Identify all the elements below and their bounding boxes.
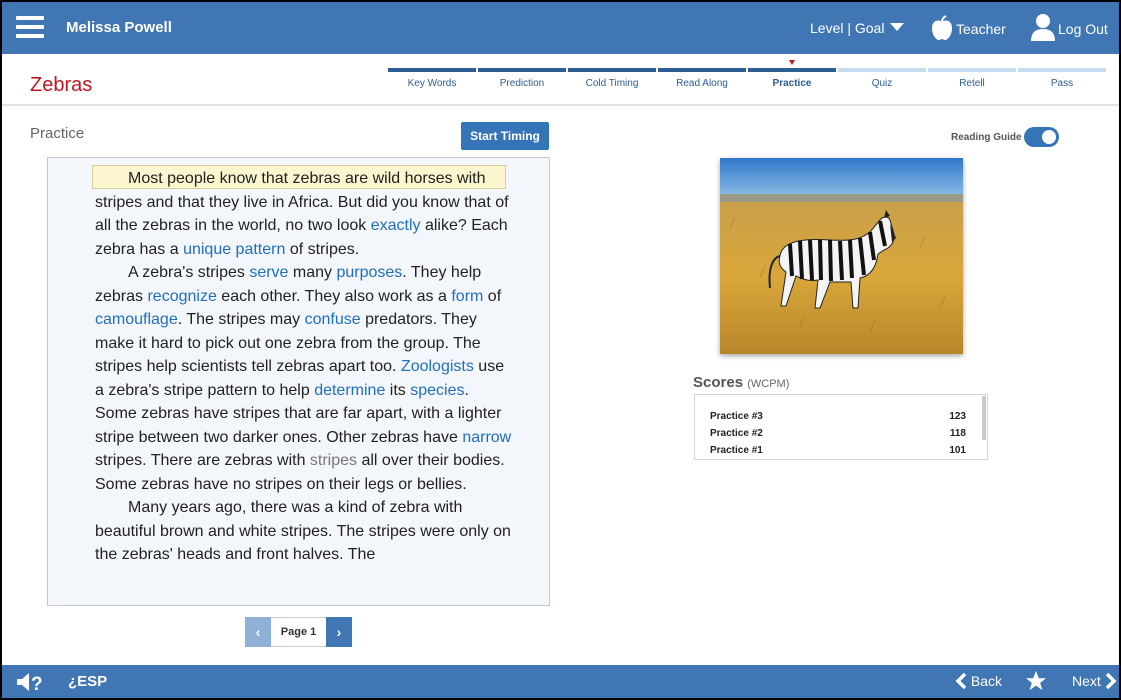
step-pass[interactable]: Pass: [1018, 68, 1106, 102]
svg-text:?: ?: [31, 674, 43, 692]
vocab-word[interactable]: species: [410, 382, 464, 399]
title-row: Zebras Key Words Prediction Cold Timing …: [2, 54, 1119, 106]
step-prediction[interactable]: Prediction: [478, 68, 566, 102]
start-timing-button[interactable]: Start Timing: [461, 122, 549, 150]
back-label: Back: [970, 673, 1003, 689]
scrollbar[interactable]: [982, 396, 986, 440]
back-button[interactable]: Back: [955, 672, 1003, 690]
reading-guide-label: Reading Guide: [951, 132, 1022, 143]
score-name: Practice #1: [710, 445, 763, 456]
passage-text-span: many: [288, 264, 337, 281]
section-label: Practice: [30, 125, 85, 142]
step-label: Read Along: [676, 78, 728, 89]
score-value: 123: [949, 411, 966, 422]
paragraph-1: Most people know that zebras are wild ho…: [95, 167, 515, 261]
step-quiz[interactable]: Quiz: [838, 68, 926, 102]
apple-icon: [932, 15, 952, 40]
step-label: Practice: [772, 78, 812, 89]
speaker-question-icon: ?: [17, 673, 43, 695]
teacher-label: Teacher: [956, 21, 1006, 37]
step-label: Cold Timing: [585, 78, 639, 89]
previous-page-button[interactable]: ‹: [245, 617, 271, 647]
current-step-marker-icon: [789, 60, 795, 65]
paragraph-2: A zebra's stripes serve many purposes . T…: [95, 261, 515, 496]
vocab-word[interactable]: camouflage: [95, 311, 178, 328]
user-name: Melissa Powell: [66, 19, 172, 36]
score-name: Practice #2: [710, 428, 763, 439]
vocab-word[interactable]: form: [451, 288, 483, 305]
score-row: Practice #1 101: [710, 445, 966, 456]
user-icon: [1031, 14, 1055, 41]
step-read-along[interactable]: Read Along: [658, 68, 746, 102]
step-label: Quiz: [871, 78, 893, 89]
score-row: Practice #2 118: [710, 428, 966, 439]
reading-passage[interactable]: Most people know that zebras are wild ho…: [47, 157, 550, 606]
vocab-word[interactable]: serve: [249, 264, 288, 281]
vocab-word[interactable]: determine: [314, 382, 385, 399]
teacher-button[interactable]: Teacher: [930, 15, 1006, 44]
score-row: Practice #3 123: [710, 411, 966, 422]
step-label: Prediction: [499, 78, 545, 89]
step-label: Key Words: [407, 78, 457, 89]
passage-text-span: its: [385, 381, 411, 399]
vocab-word[interactable]: purposes: [336, 264, 402, 281]
passage-text-span: of: [483, 287, 502, 305]
caret-down-icon: [890, 23, 905, 31]
passage-text-span: stripes. There are zebras with: [95, 452, 310, 469]
scores-label: Scores (WCPM): [693, 374, 789, 391]
step-label: Retell: [959, 78, 985, 89]
pager: ‹ Page 1 ›: [245, 617, 352, 647]
step-label: Pass: [1050, 78, 1074, 89]
read-word: stripes: [309, 452, 358, 469]
vocab-word[interactable]: narrow: [462, 429, 511, 446]
chevron-left-icon: [955, 672, 967, 690]
top-bar: Melissa Powell Level | Goal Teacher Log …: [2, 2, 1119, 54]
vocab-word[interactable]: unique pattern: [183, 241, 285, 258]
step-retell[interactable]: Retell: [928, 68, 1016, 102]
audio-help-button[interactable]: ?: [16, 672, 52, 697]
logout-label: Log Out: [1058, 21, 1108, 37]
paragraph-3: Many years ago, there was a kind of zebr…: [95, 496, 515, 567]
zebra-image: [720, 158, 963, 354]
next-button[interactable]: Next: [1072, 672, 1117, 690]
passage-text-span: each other. They also work as a: [216, 287, 452, 305]
next-page-button[interactable]: ›: [326, 617, 352, 647]
step-key-words[interactable]: Key Words: [388, 68, 476, 102]
step-cold-timing[interactable]: Cold Timing: [568, 68, 656, 102]
passage-text: Most people know that zebras are wild ho…: [95, 167, 515, 567]
vocab-word[interactable]: confuse: [305, 311, 361, 328]
passage-text-span: A zebra's stripes: [128, 264, 250, 281]
page-label: Page 1: [271, 617, 326, 647]
toggle-knob: [1042, 130, 1056, 144]
scores-unit: (WCPM): [747, 378, 790, 390]
passage-text-span: Many years ago, there was a kind of zebr…: [95, 499, 511, 563]
passage-text-span: of stripes.: [285, 240, 360, 258]
scores-list[interactable]: Practice #3 123 Practice #2 118 Practice #…: [694, 394, 988, 460]
passage-text-span: . The stripes may: [177, 311, 305, 328]
step-practice[interactable]: Practice: [748, 60, 836, 102]
chevron-right-icon: [1105, 672, 1117, 690]
level-goal-label: Level | Goal: [810, 20, 885, 36]
reading-guide-toggle[interactable]: [1024, 127, 1059, 147]
page-title: Zebras: [30, 74, 93, 96]
zebra-photo: [720, 158, 963, 354]
logout-button[interactable]: Log Out: [1030, 13, 1108, 44]
progress-steps: Key Words Prediction Cold Timing Read Al…: [388, 60, 1108, 102]
star-button[interactable]: [1025, 670, 1047, 697]
score-name: Practice #3: [710, 411, 763, 422]
star-icon: [1025, 670, 1047, 691]
app-frame: Melissa Powell Level | Goal Teacher Log …: [2, 2, 1119, 698]
menu-icon[interactable]: [16, 16, 44, 40]
next-label: Next: [1072, 673, 1101, 689]
scores-title: Scores: [693, 374, 744, 391]
bottom-bar: ? ¿ESP Back Next: [2, 665, 1119, 698]
vocab-word[interactable]: recognize: [147, 288, 216, 305]
score-value: 101: [949, 445, 966, 456]
vocab-word[interactable]: exactly: [371, 217, 421, 234]
score-value: 118: [949, 428, 966, 439]
level-goal-dropdown[interactable]: Level | Goal: [810, 20, 905, 36]
spanish-button[interactable]: ¿ESP: [68, 673, 107, 690]
vocab-word[interactable]: Zoologists: [401, 358, 474, 375]
